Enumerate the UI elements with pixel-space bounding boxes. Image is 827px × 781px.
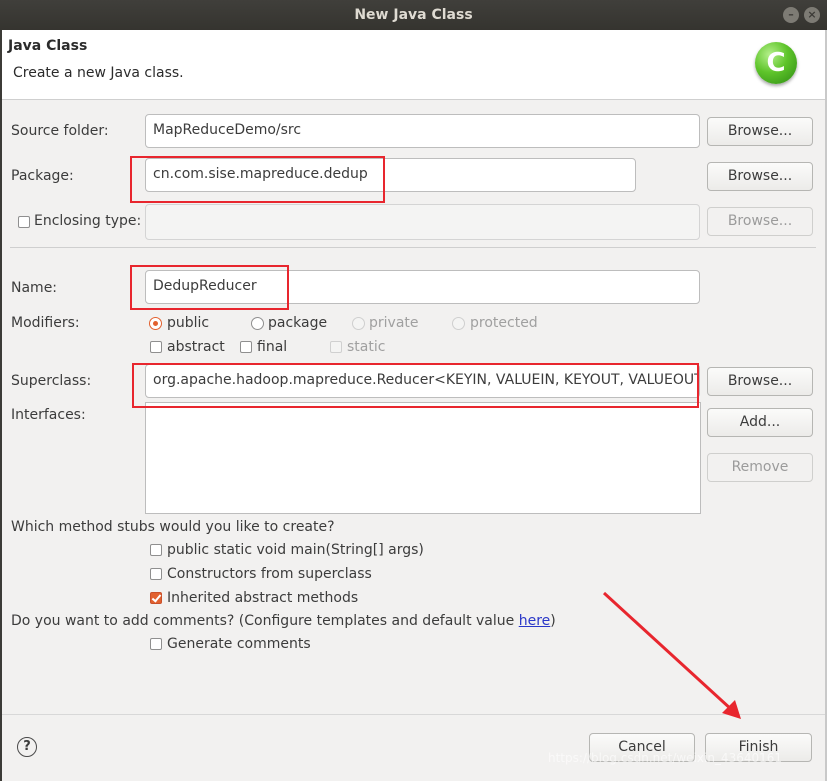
watermark-text: https://blog.csdn.net/weixin_43640161 xyxy=(548,751,783,765)
red-arrow-icon xyxy=(602,591,741,719)
